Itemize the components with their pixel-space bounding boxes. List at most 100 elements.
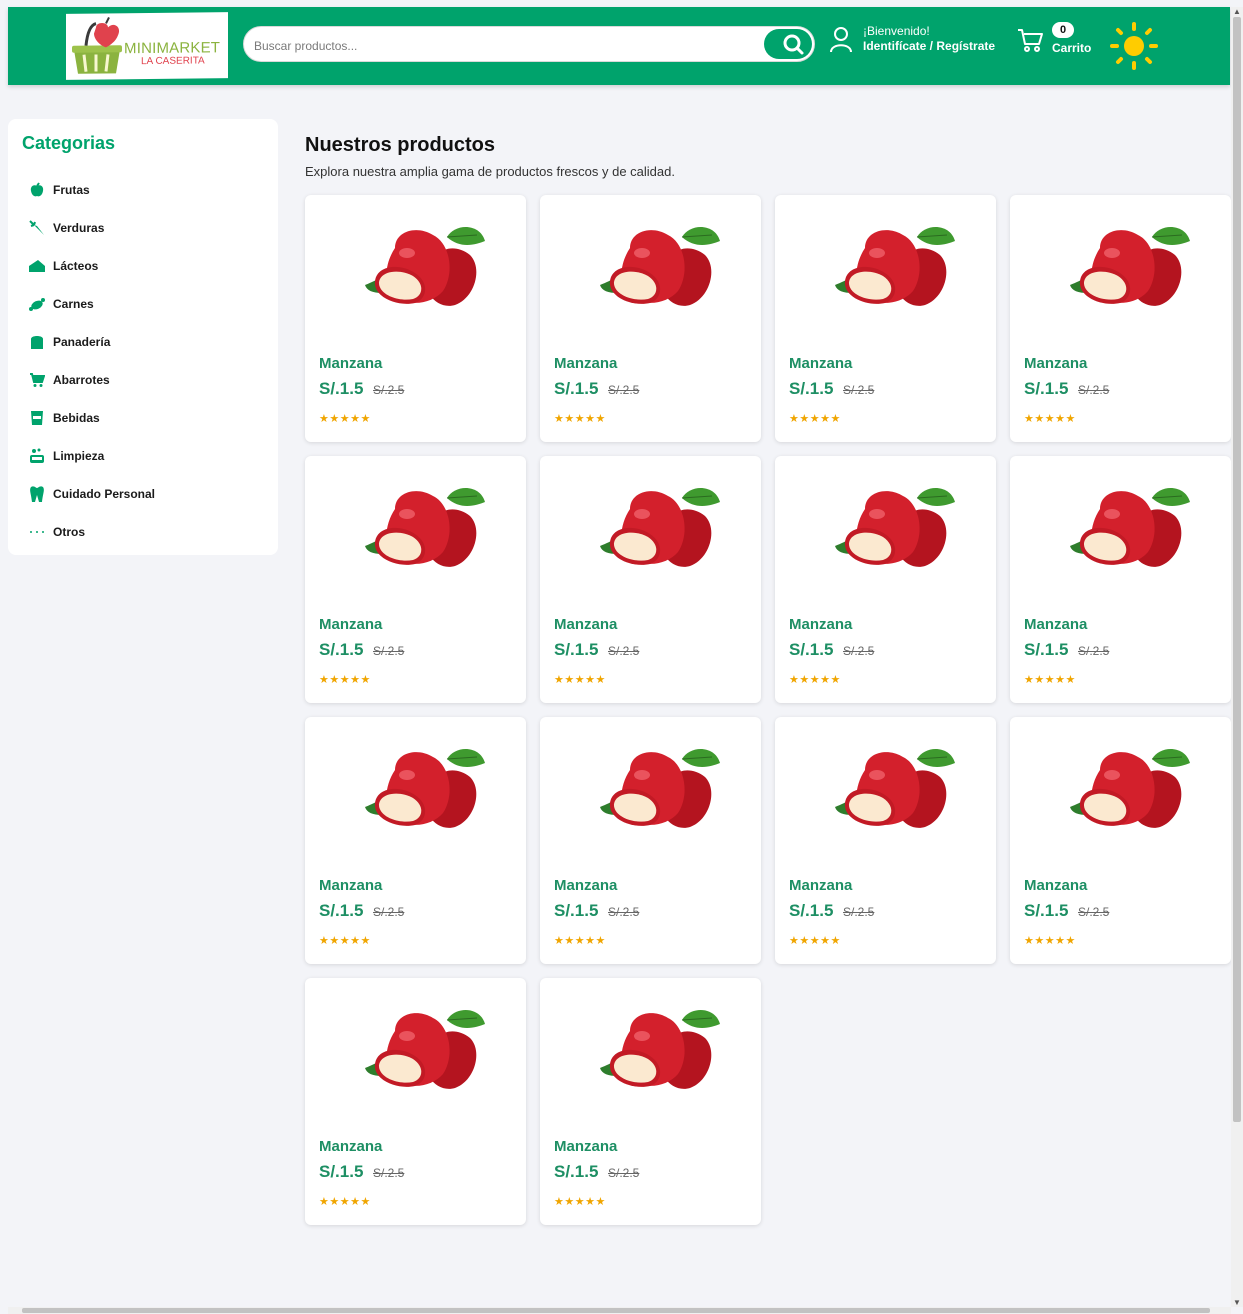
product-image[interactable] [570, 735, 730, 835]
product-price: S/.1.5 [1024, 640, 1069, 659]
product-price: S/.1.5 [1024, 901, 1069, 920]
sidebar-item-bebidas[interactable]: Bebidas [8, 399, 278, 437]
product-price: S/.1.5 [554, 640, 599, 659]
cart-icon[interactable] [1016, 26, 1044, 54]
product-name[interactable]: Manzana [554, 616, 617, 633]
cart-small-icon [28, 371, 46, 389]
apple-icon [28, 181, 46, 199]
product-card[interactable]: Manzana S/.1.5 S/.2.5 ★★★★★ [775, 195, 996, 442]
product-old-price: S/.2.5 [373, 905, 405, 919]
product-name[interactable]: Manzana [1024, 877, 1087, 894]
vertical-scrollbar[interactable]: ▲ ▼ [1231, 7, 1243, 1307]
product-old-price: S/.2.5 [373, 1166, 405, 1180]
product-image[interactable] [335, 213, 495, 313]
product-image[interactable] [1040, 213, 1200, 313]
product-rating-stars: ★★★★★ [554, 413, 606, 425]
sidebar-item-limpieza[interactable]: Limpieza [8, 437, 278, 475]
product-image[interactable] [335, 996, 495, 1096]
scroll-down-icon[interactable]: ▼ [1233, 1298, 1241, 1307]
product-name[interactable]: Manzana [319, 355, 382, 372]
product-image[interactable] [1040, 735, 1200, 835]
product-rating-stars: ★★★★★ [554, 1196, 606, 1208]
product-card[interactable]: Manzana S/.1.5 S/.2.5 ★★★★★ [540, 717, 761, 964]
product-old-price: S/.2.5 [608, 644, 640, 658]
product-card[interactable]: Manzana S/.1.5 S/.2.5 ★★★★★ [1010, 717, 1231, 964]
sidebar-item-lacteos[interactable]: Lácteos [8, 247, 278, 285]
sidebar-item-verduras[interactable]: Verduras [8, 209, 278, 247]
product-name[interactable]: Manzana [789, 355, 852, 372]
sidebar-item-label: Cuidado Personal [53, 487, 156, 501]
page-title: Nuestros productos [305, 134, 496, 156]
sun-icon[interactable] [1109, 21, 1159, 71]
product-rating-stars: ★★★★★ [554, 935, 606, 947]
product-card[interactable]: Manzana S/.1.5 S/.2.5 ★★★★★ [305, 717, 526, 964]
product-card[interactable]: Manzana S/.1.5 S/.2.5 ★★★★★ [305, 195, 526, 442]
product-name[interactable]: Manzana [319, 877, 382, 894]
sidebar-item-label: Carnes [53, 297, 94, 311]
sidebar-item-label: Verduras [53, 221, 105, 235]
product-old-price: S/.2.5 [608, 383, 640, 397]
product-card[interactable]: Manzana S/.1.5 S/.2.5 ★★★★★ [305, 456, 526, 703]
product-card[interactable]: Manzana S/.1.5 S/.2.5 ★★★★★ [775, 717, 996, 964]
user-icon[interactable] [829, 26, 853, 54]
product-old-price: S/.2.5 [1078, 644, 1110, 658]
meat-icon [28, 295, 46, 313]
sidebar-item-label: Lácteos [53, 259, 99, 273]
product-price: S/.1.5 [789, 379, 834, 398]
product-card[interactable]: Manzana S/.1.5 S/.2.5 ★★★★★ [305, 978, 526, 1225]
sidebar-title: Categorias [22, 133, 116, 153]
login-register-link[interactable]: Identifícate / Regístrate [863, 39, 995, 54]
product-image[interactable] [335, 735, 495, 835]
account-link[interactable]: ¡Bienvenido! Identifícate / Regístrate [863, 24, 995, 54]
search-input[interactable] [252, 35, 756, 57]
product-price: S/.1.5 [319, 1162, 364, 1181]
search-button[interactable] [764, 29, 812, 59]
product-rating-stars: ★★★★★ [554, 674, 606, 686]
brand-name: MINIMARKET [124, 39, 221, 58]
product-card[interactable]: Manzana S/.1.5 S/.2.5 ★★★★★ [1010, 195, 1231, 442]
sidebar-item-otros[interactable]: Otros [8, 513, 278, 551]
product-image[interactable] [805, 213, 965, 313]
product-name[interactable]: Manzana [554, 355, 617, 372]
cart-label[interactable]: Carrito [1052, 41, 1091, 55]
cart-count-badge: 0 [1052, 22, 1074, 38]
product-image[interactable] [570, 996, 730, 1096]
product-card[interactable]: Manzana S/.1.5 S/.2.5 ★★★★★ [540, 195, 761, 442]
sidebar-item-abarrotes[interactable]: Abarrotes [8, 361, 278, 399]
product-image[interactable] [805, 474, 965, 574]
product-name[interactable]: Manzana [789, 616, 852, 633]
scroll-up-icon[interactable]: ▲ [1233, 7, 1241, 16]
product-rating-stars: ★★★★★ [789, 935, 841, 947]
scrollbar-thumb[interactable] [1233, 17, 1241, 1122]
product-rating-stars: ★★★★★ [319, 935, 371, 947]
product-name[interactable]: Manzana [1024, 355, 1087, 372]
brand-logo[interactable]: MINIMARKET LA CASERITA [66, 12, 228, 80]
ellipsis-icon [28, 523, 46, 541]
product-image[interactable] [805, 735, 965, 835]
product-old-price: S/.2.5 [843, 644, 875, 658]
product-rating-stars: ★★★★★ [789, 674, 841, 686]
sidebar-item-frutas[interactable]: Frutas [8, 171, 278, 209]
top-navbar: MINIMARKET LA CASERITA ¡Bienvenido! Iden… [8, 7, 1230, 85]
product-image[interactable] [1040, 474, 1200, 574]
product-image[interactable] [335, 474, 495, 574]
product-image[interactable] [570, 213, 730, 313]
product-name[interactable]: Manzana [319, 616, 382, 633]
product-name[interactable]: Manzana [1024, 616, 1087, 633]
product-rating-stars: ★★★★★ [789, 413, 841, 425]
scrollbar-thumb[interactable] [22, 1308, 1210, 1313]
product-card[interactable]: Manzana S/.1.5 S/.2.5 ★★★★★ [1010, 456, 1231, 703]
product-card[interactable]: Manzana S/.1.5 S/.2.5 ★★★★★ [775, 456, 996, 703]
product-name[interactable]: Manzana [789, 877, 852, 894]
product-image[interactable] [570, 474, 730, 574]
sidebar-item-panaderia[interactable]: Panadería [8, 323, 278, 361]
product-card[interactable]: Manzana S/.1.5 S/.2.5 ★★★★★ [540, 456, 761, 703]
product-card[interactable]: Manzana S/.1.5 S/.2.5 ★★★★★ [540, 978, 761, 1225]
horizontal-scrollbar[interactable] [8, 1307, 1231, 1314]
product-name[interactable]: Manzana [319, 1138, 382, 1155]
sidebar-item-carnes[interactable]: Carnes [8, 285, 278, 323]
product-name[interactable]: Manzana [554, 877, 617, 894]
product-name[interactable]: Manzana [554, 1138, 617, 1155]
product-old-price: S/.2.5 [843, 905, 875, 919]
sidebar-item-cuidado-personal[interactable]: Cuidado Personal [8, 475, 278, 513]
